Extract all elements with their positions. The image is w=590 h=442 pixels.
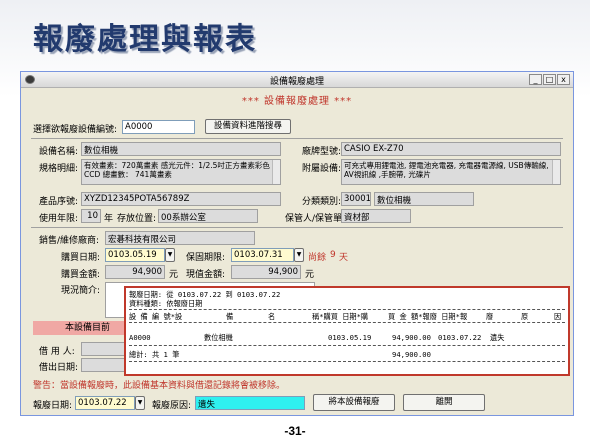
slide-title: 報廢處理與報表 <box>33 22 257 57</box>
close-button[interactable]: x <box>557 74 570 85</box>
page-number: -31- <box>284 424 306 438</box>
spec-scrollbar[interactable] <box>272 160 280 184</box>
report-header-reason-1: 廢 <box>486 312 494 321</box>
spec-label: 規格明細: <box>39 164 79 174</box>
category-field[interactable]: 數位相機 <box>374 192 474 206</box>
spec-memo[interactable]: 有效畫素：720萬畫素 感光元件：1/2.5吋正方畫素彩色CCD 總畫數： 74… <box>81 159 281 185</box>
leave-button[interactable]: 離開 <box>403 394 485 411</box>
note-label: 現況簡介: <box>61 286 101 296</box>
report-divider <box>129 322 565 323</box>
value-label: 現值金額: <box>186 270 226 280</box>
advanced-search-button[interactable]: 設備資料進階搜尋 <box>205 119 291 134</box>
report-header-buy: 稱*購買 日期*購 <box>312 312 369 321</box>
remain-unit: 天 <box>339 253 349 263</box>
report-divider <box>129 309 565 310</box>
remain-days: 9 <box>330 250 336 260</box>
device-name-field[interactable]: 數位相機 <box>81 142 281 156</box>
scrap-device-button[interactable]: 將本設備報廢 <box>313 394 395 411</box>
price-unit: 元 <box>169 270 179 280</box>
buy-date-label: 購買日期: <box>61 253 101 263</box>
report-row-scrap-date: 0103.07.22 <box>438 333 482 342</box>
reason-label: 報廢原因: <box>152 401 192 411</box>
value-unit: 元 <box>305 270 315 280</box>
buy-date-dropdown-icon[interactable]: ▼ <box>165 248 175 262</box>
report-divider <box>129 361 565 362</box>
spec-text: 有效畫素：720萬畫素 感光元件：1/2.5吋正方畫素彩色CCD 總畫數： 74… <box>84 161 270 179</box>
divider <box>31 227 563 228</box>
report-header-name-2: 名 <box>268 312 276 321</box>
warranty-field[interactable]: 0103.07.31 <box>231 248 294 262</box>
title-bar: 設備報廢處理 _ □ x <box>21 72 573 88</box>
category-label: 分類類別: <box>302 197 342 207</box>
divider <box>31 138 563 139</box>
price-label: 購買金額: <box>61 270 101 280</box>
device-name-label: 設備名稱: <box>39 147 79 157</box>
borrower-label: 借 用 人: <box>39 347 75 357</box>
maximize-button[interactable]: □ <box>543 74 556 85</box>
serial-label: 產品序號: <box>39 197 79 207</box>
report-row-reason: 遺失 <box>490 333 505 342</box>
report-total-amount: 94,900.00 <box>392 350 431 359</box>
buy-date-field[interactable]: 0103.05.19 <box>105 248 165 262</box>
report-total-label: 總計: 共 1 筆 <box>129 350 180 359</box>
location-field[interactable]: 00系辦公室 <box>158 209 258 223</box>
report-header-reason-3: 因 <box>554 312 562 321</box>
device-id-input[interactable]: A0000 <box>122 120 195 134</box>
accessory-scrollbar[interactable] <box>552 160 560 184</box>
years-field[interactable]: 10 <box>81 209 101 223</box>
serial-field[interactable]: XYZD12345POTA56789Z <box>81 192 281 206</box>
warning-text: 警告：當設備報廢時，此設備基本資料與借還記錄將會被移除。 <box>33 381 286 391</box>
warranty-label: 保固期限: <box>186 253 226 263</box>
report-header-amount: 買 金 額*報廢 日期*報 <box>388 312 468 321</box>
window-title: 設備報廢處理 <box>269 77 324 87</box>
scrap-date-dropdown-icon[interactable]: ▼ <box>135 396 145 410</box>
brand-field[interactable]: CASIO EX-Z70 <box>341 142 561 156</box>
scrap-date-field[interactable]: 0103.07.22 <box>75 396 135 410</box>
accessory-memo[interactable]: 可充式專用鋰電池, 鋰電池充電器, 充電器電源線, USB傳輸線, AV視訊線 … <box>341 159 561 185</box>
value-field[interactable]: 94,900 <box>231 265 301 279</box>
vendor-label: 銷售/維修廠商: <box>39 236 100 246</box>
select-label: 選擇欲報廢設備編號: <box>33 125 118 135</box>
report-header-name-1: 備 <box>226 312 234 321</box>
keeper-field[interactable]: 資材部 <box>341 209 411 223</box>
category-code-field[interactable]: 30001 <box>341 192 371 206</box>
report-divider <box>129 345 565 346</box>
report-row-buy-date: 0103.05.19 <box>328 333 372 342</box>
minimize-button[interactable]: _ <box>529 74 542 85</box>
price-field[interactable]: 94,900 <box>105 265 165 279</box>
accessory-text: 可充式專用鋰電池, 鋰電池充電器, 充電器電源線, USB傳輸線, AV視訊線 … <box>344 161 549 179</box>
scrap-date-label: 報廢日期: <box>33 401 73 411</box>
accessory-label: 附屬設備: <box>302 164 342 174</box>
form-header: *** 設備報廢處理 *** <box>241 96 353 107</box>
remain-label: 尚餘 <box>308 253 327 263</box>
report-header-reason-2: 原 <box>521 312 529 321</box>
brand-label: 廠牌型號: <box>302 147 342 157</box>
report-row-amount: 94,900.00 <box>392 333 431 342</box>
report-header-id: 設 備 編 號*設 <box>129 312 183 321</box>
scrap-report-popup: 報廢日期: 從 0103.07.22 到 0103.07.22 資料種類: 依報… <box>124 286 570 376</box>
report-row-name: 數位相機 <box>204 333 233 342</box>
borrow-date-label: 借出日期: <box>39 363 79 373</box>
years-unit: 年 <box>104 214 114 224</box>
warranty-dropdown-icon[interactable]: ▼ <box>294 248 304 262</box>
report-row-id: A0000 <box>129 333 151 342</box>
vendor-field[interactable]: 宏碁科技有限公司 <box>105 231 255 245</box>
years-label: 使用年限: <box>39 214 79 224</box>
reason-field[interactable]: 遺失 <box>195 396 305 410</box>
location-label: 存放位置: <box>117 214 157 224</box>
report-data-type: 資料種類: 依報廢日期 <box>129 299 203 308</box>
